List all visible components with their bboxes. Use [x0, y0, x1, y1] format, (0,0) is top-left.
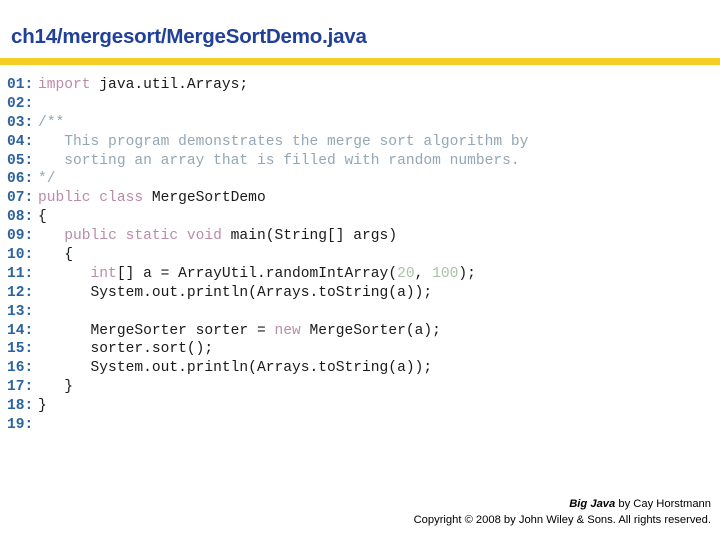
code-token: */ — [38, 171, 56, 188]
code-token: sorter.sort(); — [38, 341, 214, 358]
code-token: new — [274, 322, 301, 339]
code-line-text: This program demonstrates the merge sort… — [38, 134, 528, 150]
slide-header: ch14/mergesort/MergeSortDemo.java — [0, 0, 720, 66]
code-token: MergeSorter(a); — [300, 322, 441, 339]
code-line-text: /** — [38, 115, 64, 131]
code-token: public static void — [64, 228, 222, 245]
code-line-text: public class MergeSortDemo — [38, 190, 266, 206]
code-line-number: 18: — [7, 398, 34, 415]
code-line-number: 02: — [7, 95, 34, 112]
footer-book-title: Big Java — [569, 498, 616, 510]
code-line-text: } — [38, 398, 47, 414]
code-line-text: System.out.println(Arrays.toString(a)); — [38, 284, 433, 301]
code-line: 11: int[] a = ArrayUtil.randomIntArray(2… — [0, 265, 720, 284]
code-line-number: 19: — [7, 417, 34, 434]
code-token: { — [38, 247, 74, 264]
code-line-text: int[] a = ArrayUtil.randomIntArray(20, 1… — [38, 266, 476, 282]
code-line-text: public static void main(String[] args) — [38, 228, 397, 244]
code-line-number: 01: — [7, 77, 34, 93]
page-title: ch14/mergesort/MergeSortDemo.java — [11, 25, 367, 48]
code-token: /** — [38, 114, 65, 131]
code-token: MergeSortDemo — [143, 190, 266, 207]
title-divider-rule — [0, 58, 720, 65]
code-line: 09: public static void main(String[] arg… — [0, 227, 720, 246]
code-line: 10: { — [0, 246, 720, 265]
code-token: This program demonstrates the merge sort… — [38, 133, 529, 150]
code-line: 01: import java.util.Arrays; — [0, 76, 720, 95]
code-line-text: System.out.println(Arrays.toString(a)); — [38, 360, 433, 377]
code-line: 08:{ — [0, 208, 720, 227]
code-token: main(String[] args) — [221, 228, 398, 245]
code-line-number: 16: — [7, 360, 34, 377]
code-line-text: { — [38, 209, 47, 225]
code-line-number: 10: — [7, 247, 34, 264]
code-line-number: 12: — [7, 284, 34, 301]
code-line: 04: This program demonstrates the merge … — [0, 133, 720, 152]
code-line-number: 09: — [7, 228, 34, 245]
code-line-text: import java.util.Arrays; — [38, 77, 248, 93]
code-token: ); — [458, 265, 476, 282]
code-line: 19: — [0, 416, 720, 435]
code-line-text: */ — [38, 171, 56, 187]
code-line-text: sorting an array that is filled with ran… — [38, 152, 520, 169]
code-line-number: 14: — [7, 322, 34, 339]
code-line-number: 08: — [7, 209, 34, 226]
code-line-text: sorter.sort(); — [38, 341, 214, 358]
code-line: 05: sorting an array that is filled with… — [0, 152, 720, 171]
code-token: , — [414, 265, 433, 282]
code-line-number: 05: — [7, 152, 34, 169]
code-line: 16: System.out.println(Arrays.toString(a… — [0, 359, 720, 378]
footer-credit: Big Java by Cay Horstmann — [0, 496, 711, 512]
code-line-number: 04: — [7, 133, 34, 150]
code-token: public class — [38, 190, 144, 207]
code-line: 03:/** — [0, 114, 720, 133]
code-token: System.out.println(Arrays.toString(a)); — [38, 284, 433, 301]
code-line: 07: public class MergeSortDemo — [0, 189, 720, 208]
code-listing: 01: import java.util.Arrays; 02: 03:/** 04:… — [0, 76, 720, 435]
code-line: 17: } — [0, 378, 720, 397]
code-line: 12: System.out.println(Arrays.toString(a… — [0, 284, 720, 303]
code-line: 06: */ — [0, 170, 720, 189]
code-line-text: MergeSorter sorter = new MergeSorter(a); — [38, 323, 441, 339]
code-token: 100 — [432, 265, 459, 282]
code-token: MergeSorter sorter = — [38, 322, 275, 339]
code-line: 14: MergeSorter sorter = new MergeSorter… — [0, 322, 720, 341]
code-token: java.util.Arrays; — [90, 77, 249, 93]
code-line-number: 13: — [7, 303, 34, 320]
code-line-number: 07: — [7, 190, 34, 207]
code-token: import — [38, 77, 91, 93]
code-token: [] a = ArrayUtil.randomIntArray( — [116, 265, 398, 282]
code-line: 18:} — [0, 397, 720, 416]
code-line-number: 03: — [7, 114, 34, 131]
code-token: } — [38, 398, 47, 415]
code-line-text: { — [38, 247, 73, 263]
code-line: 15: sorter.sort(); — [0, 340, 720, 359]
code-line-number: 15: — [7, 341, 34, 358]
code-token: } — [38, 379, 74, 396]
code-line-number: 06: — [7, 171, 34, 188]
slide-footer: Big Java by Cay Horstmann Copyright © 20… — [0, 496, 720, 528]
footer-copyright: Copyright © 2008 by John Wiley & Sons. A… — [413, 514, 711, 526]
code-token: 20 — [397, 265, 415, 282]
code-token: sorting an array that is filled with ran… — [38, 152, 520, 169]
code-token: { — [38, 209, 47, 226]
code-line-text: } — [38, 379, 73, 395]
code-line-number: 11: — [7, 265, 34, 282]
code-token: System.out.println(Arrays.toString(a)); — [38, 360, 433, 377]
footer-author: by Cay Horstmann — [615, 498, 711, 510]
code-token: int — [90, 265, 117, 282]
code-line-number: 17: — [7, 379, 34, 396]
code-line: 02: — [0, 95, 720, 114]
code-line: 13: — [0, 303, 720, 322]
